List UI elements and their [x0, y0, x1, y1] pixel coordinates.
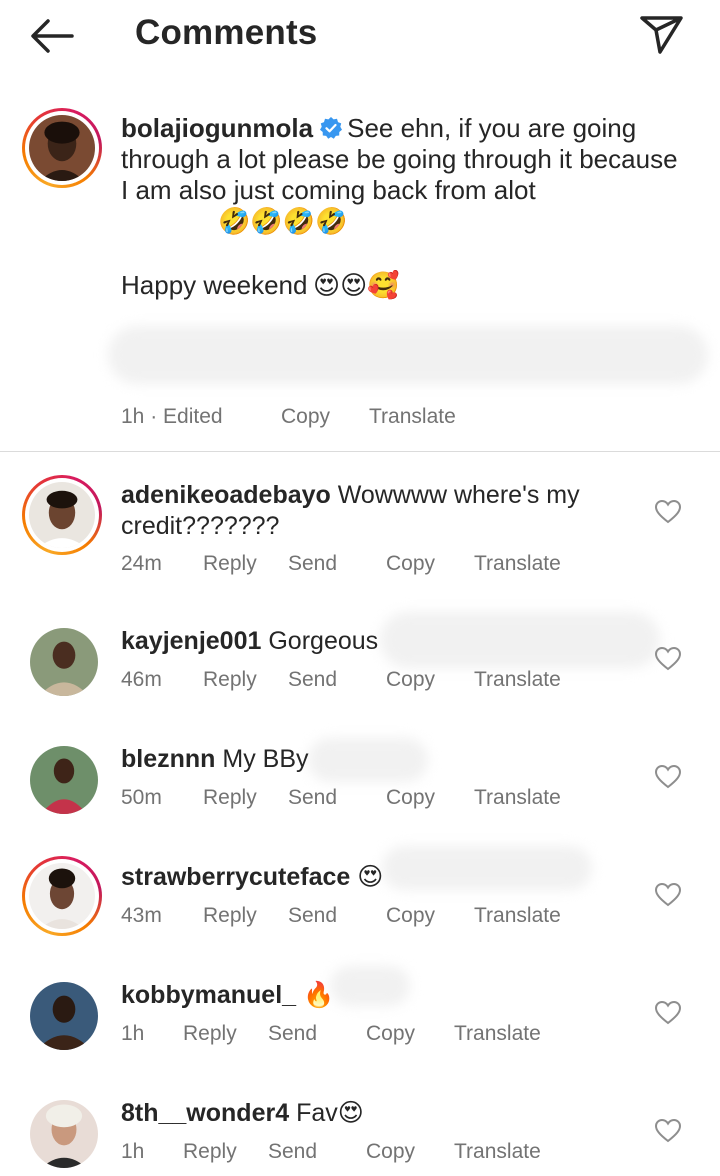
copy-button[interactable]: Copy	[386, 552, 435, 576]
comment-text: bleznnn My BBy	[121, 744, 621, 775]
comment-text: 8th__wonder4 Fav😍	[121, 1098, 621, 1129]
reply-button[interactable]: Reply	[203, 786, 257, 810]
comment-username[interactable]: strawberrycuteface	[121, 863, 350, 891]
avatar[interactable]	[30, 628, 98, 696]
reply-button[interactable]: Reply	[203, 668, 257, 692]
copy-button[interactable]: Copy	[386, 786, 435, 810]
copy-button[interactable]: Copy	[366, 1140, 415, 1164]
comment-text: kayjenje001 Gorgeous	[121, 626, 621, 657]
heart-icon[interactable]	[654, 499, 682, 525]
send-button[interactable]: Send	[288, 904, 337, 928]
avatar[interactable]	[22, 856, 102, 936]
send-button[interactable]: Send	[288, 552, 337, 576]
comment-body: Fav😍	[296, 1099, 364, 1127]
translate-button[interactable]: Translate	[454, 1140, 541, 1164]
caption-emojis: 🤣🤣🤣🤣	[218, 206, 348, 236]
comment-time: 50m	[121, 786, 162, 809]
translate-button[interactable]: Translate	[474, 668, 561, 692]
caption-emojis-2: 😍😍🥰	[313, 270, 400, 300]
copy-button[interactable]: Copy	[366, 1022, 415, 1046]
comment-username[interactable]: adenikeoadebayo	[121, 481, 331, 509]
reply-button[interactable]: Reply	[183, 1022, 237, 1046]
verified-badge-icon	[320, 117, 343, 139]
translate-button[interactable]: Translate	[474, 786, 561, 810]
comment-text: kobbymanuel_ 🔥	[121, 980, 621, 1011]
heart-icon[interactable]	[654, 764, 682, 790]
send-button[interactable]: Send	[288, 786, 337, 810]
caption-username[interactable]: bolajiogunmola	[121, 113, 313, 143]
comment-time: 43m	[121, 904, 162, 927]
avatar[interactable]	[22, 108, 102, 188]
heart-icon[interactable]	[654, 1118, 682, 1144]
comment-username[interactable]: 8th__wonder4	[121, 1099, 289, 1127]
avatar[interactable]	[30, 746, 98, 814]
comment-username[interactable]: kobbymanuel_	[121, 981, 296, 1009]
translate-button[interactable]: Translate	[454, 1022, 541, 1046]
paper-plane-icon[interactable]	[636, 12, 686, 56]
comment-time: 46m	[121, 668, 162, 691]
translate-button[interactable]: Translate	[474, 904, 561, 928]
blur-smudge	[108, 326, 708, 384]
comment-text: adenikeoadebayo Wowwww where's my credit…	[121, 480, 621, 542]
comment-username[interactable]: kayjenje001	[121, 627, 261, 655]
comment-text: strawberrycuteface 😍	[121, 862, 621, 893]
copy-button[interactable]: Copy	[281, 405, 330, 429]
top-bar: Comments	[0, 0, 720, 72]
comment-time: 1h	[121, 1022, 145, 1045]
avatar[interactable]	[30, 1100, 98, 1168]
copy-button[interactable]: Copy	[386, 904, 435, 928]
arrow-left-icon[interactable]	[28, 16, 76, 56]
reply-button[interactable]: Reply	[183, 1140, 237, 1164]
heart-icon[interactable]	[654, 882, 682, 908]
comment-body: My BBy	[222, 745, 309, 773]
send-button[interactable]: Send	[268, 1022, 317, 1046]
send-button[interactable]: Send	[268, 1140, 317, 1164]
avatar[interactable]	[22, 475, 102, 555]
copy-button[interactable]: Copy	[386, 668, 435, 692]
caption-body-2: Happy weekend	[121, 270, 308, 300]
heart-icon[interactable]	[654, 646, 682, 672]
reply-button[interactable]: Reply	[203, 904, 257, 928]
caption-time: 1h · Edited	[121, 405, 223, 428]
translate-button[interactable]: Translate	[474, 552, 561, 576]
heart-icon[interactable]	[654, 1000, 682, 1026]
comment-body: 🔥	[303, 981, 335, 1009]
comment-body: 😍	[357, 863, 384, 891]
send-button[interactable]: Send	[288, 668, 337, 692]
comment-body: Gorgeous	[268, 627, 379, 655]
avatar[interactable]	[30, 982, 98, 1050]
comment-time: 1h	[121, 1140, 145, 1163]
comment-time: 24m	[121, 552, 162, 575]
page-title: Comments	[135, 13, 318, 52]
divider	[0, 451, 720, 452]
comment-username[interactable]: bleznnn	[121, 745, 215, 773]
translate-button[interactable]: Translate	[369, 405, 456, 429]
reply-button[interactable]: Reply	[203, 552, 257, 576]
caption-text: bolajiogunmola See ehn, if you are going …	[121, 113, 681, 206]
